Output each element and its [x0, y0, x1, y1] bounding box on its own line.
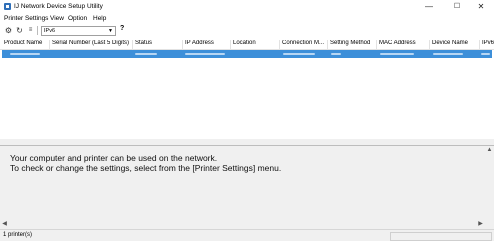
details-message-line-1: Your computer and printer can be used on… — [10, 153, 218, 163]
table-row[interactable] — [2, 50, 492, 58]
col-connection-method[interactable]: Connection M... — [279, 40, 327, 49]
details-horizontal-scrollbar[interactable]: ◀ ▶ — [0, 220, 494, 229]
menu-option[interactable]: Option — [68, 15, 87, 22]
scroll-right-icon[interactable]: ▶ — [476, 220, 485, 229]
col-setting-method[interactable]: Setting Method — [327, 40, 376, 49]
help-button[interactable]: ? — [120, 25, 124, 32]
protocol-value: IPv6 — [44, 28, 56, 34]
col-location[interactable]: Location — [230, 40, 279, 49]
window-title: IJ Network Device Setup Utility — [14, 3, 103, 10]
toolbar: ⚙ ↻ ≡ IPv6 ▼ ? — [0, 24, 494, 38]
details-vertical-scrollbar[interactable]: ▲ ▼ — [485, 146, 494, 228]
cell-redacted — [135, 53, 157, 55]
col-status[interactable]: Status — [132, 40, 182, 49]
cell-redacted — [283, 53, 315, 55]
minimize-button[interactable]: — — [416, 0, 442, 14]
menu-help[interactable]: Help — [93, 15, 106, 22]
cell-redacted — [10, 53, 40, 55]
menu-printer-settings[interactable]: Printer Settings — [4, 15, 48, 22]
printer-count: 1 printer(s) — [3, 232, 33, 238]
details-pane: Your computer and printer can be used on… — [0, 145, 494, 228]
toolbar-separator — [37, 26, 38, 35]
details-message-line-2: To check or change the settings, select … — [10, 163, 282, 173]
list-header: Product Name Serial Number (Last 5 Digit… — [0, 39, 494, 50]
list-view-icon[interactable]: ≡ — [26, 26, 35, 35]
cell-redacted — [481, 53, 490, 55]
col-ipv6[interactable]: IPv6 — [479, 40, 494, 49]
col-device-name[interactable]: Device Name — [429, 40, 479, 49]
menu-bar: Printer Settings View Option Help — [0, 14, 494, 24]
scroll-up-icon[interactable]: ▲ — [485, 146, 494, 155]
status-bar: 1 printer(s) — [0, 229, 494, 241]
menu-view[interactable]: View — [50, 15, 64, 22]
cell-redacted — [185, 53, 225, 55]
col-product-name[interactable]: Product Name — [2, 40, 49, 49]
chevron-down-icon: ▼ — [108, 28, 113, 34]
protocol-select[interactable]: IPv6 ▼ — [41, 26, 116, 36]
refresh-icon[interactable]: ↻ — [15, 26, 24, 35]
cell-redacted — [380, 53, 414, 55]
col-ip-address[interactable]: IP Address — [182, 40, 230, 49]
scroll-left-icon[interactable]: ◀ — [0, 220, 9, 229]
col-serial-number[interactable]: Serial Number (Last 5 Digits) — [49, 40, 132, 49]
close-button[interactable]: ✕ — [468, 0, 494, 14]
maximize-button[interactable]: ☐ — [444, 0, 470, 14]
app-icon — [4, 3, 11, 10]
device-list[interactable]: Product Name Serial Number (Last 5 Digit… — [0, 37, 494, 174]
cell-redacted — [331, 53, 341, 55]
title-bar: IJ Network Device Setup Utility — ☐ ✕ — [0, 0, 494, 14]
col-mac-address[interactable]: MAC Address — [376, 40, 429, 49]
settings-icon[interactable]: ⚙ — [4, 26, 13, 35]
cell-redacted — [433, 53, 463, 55]
